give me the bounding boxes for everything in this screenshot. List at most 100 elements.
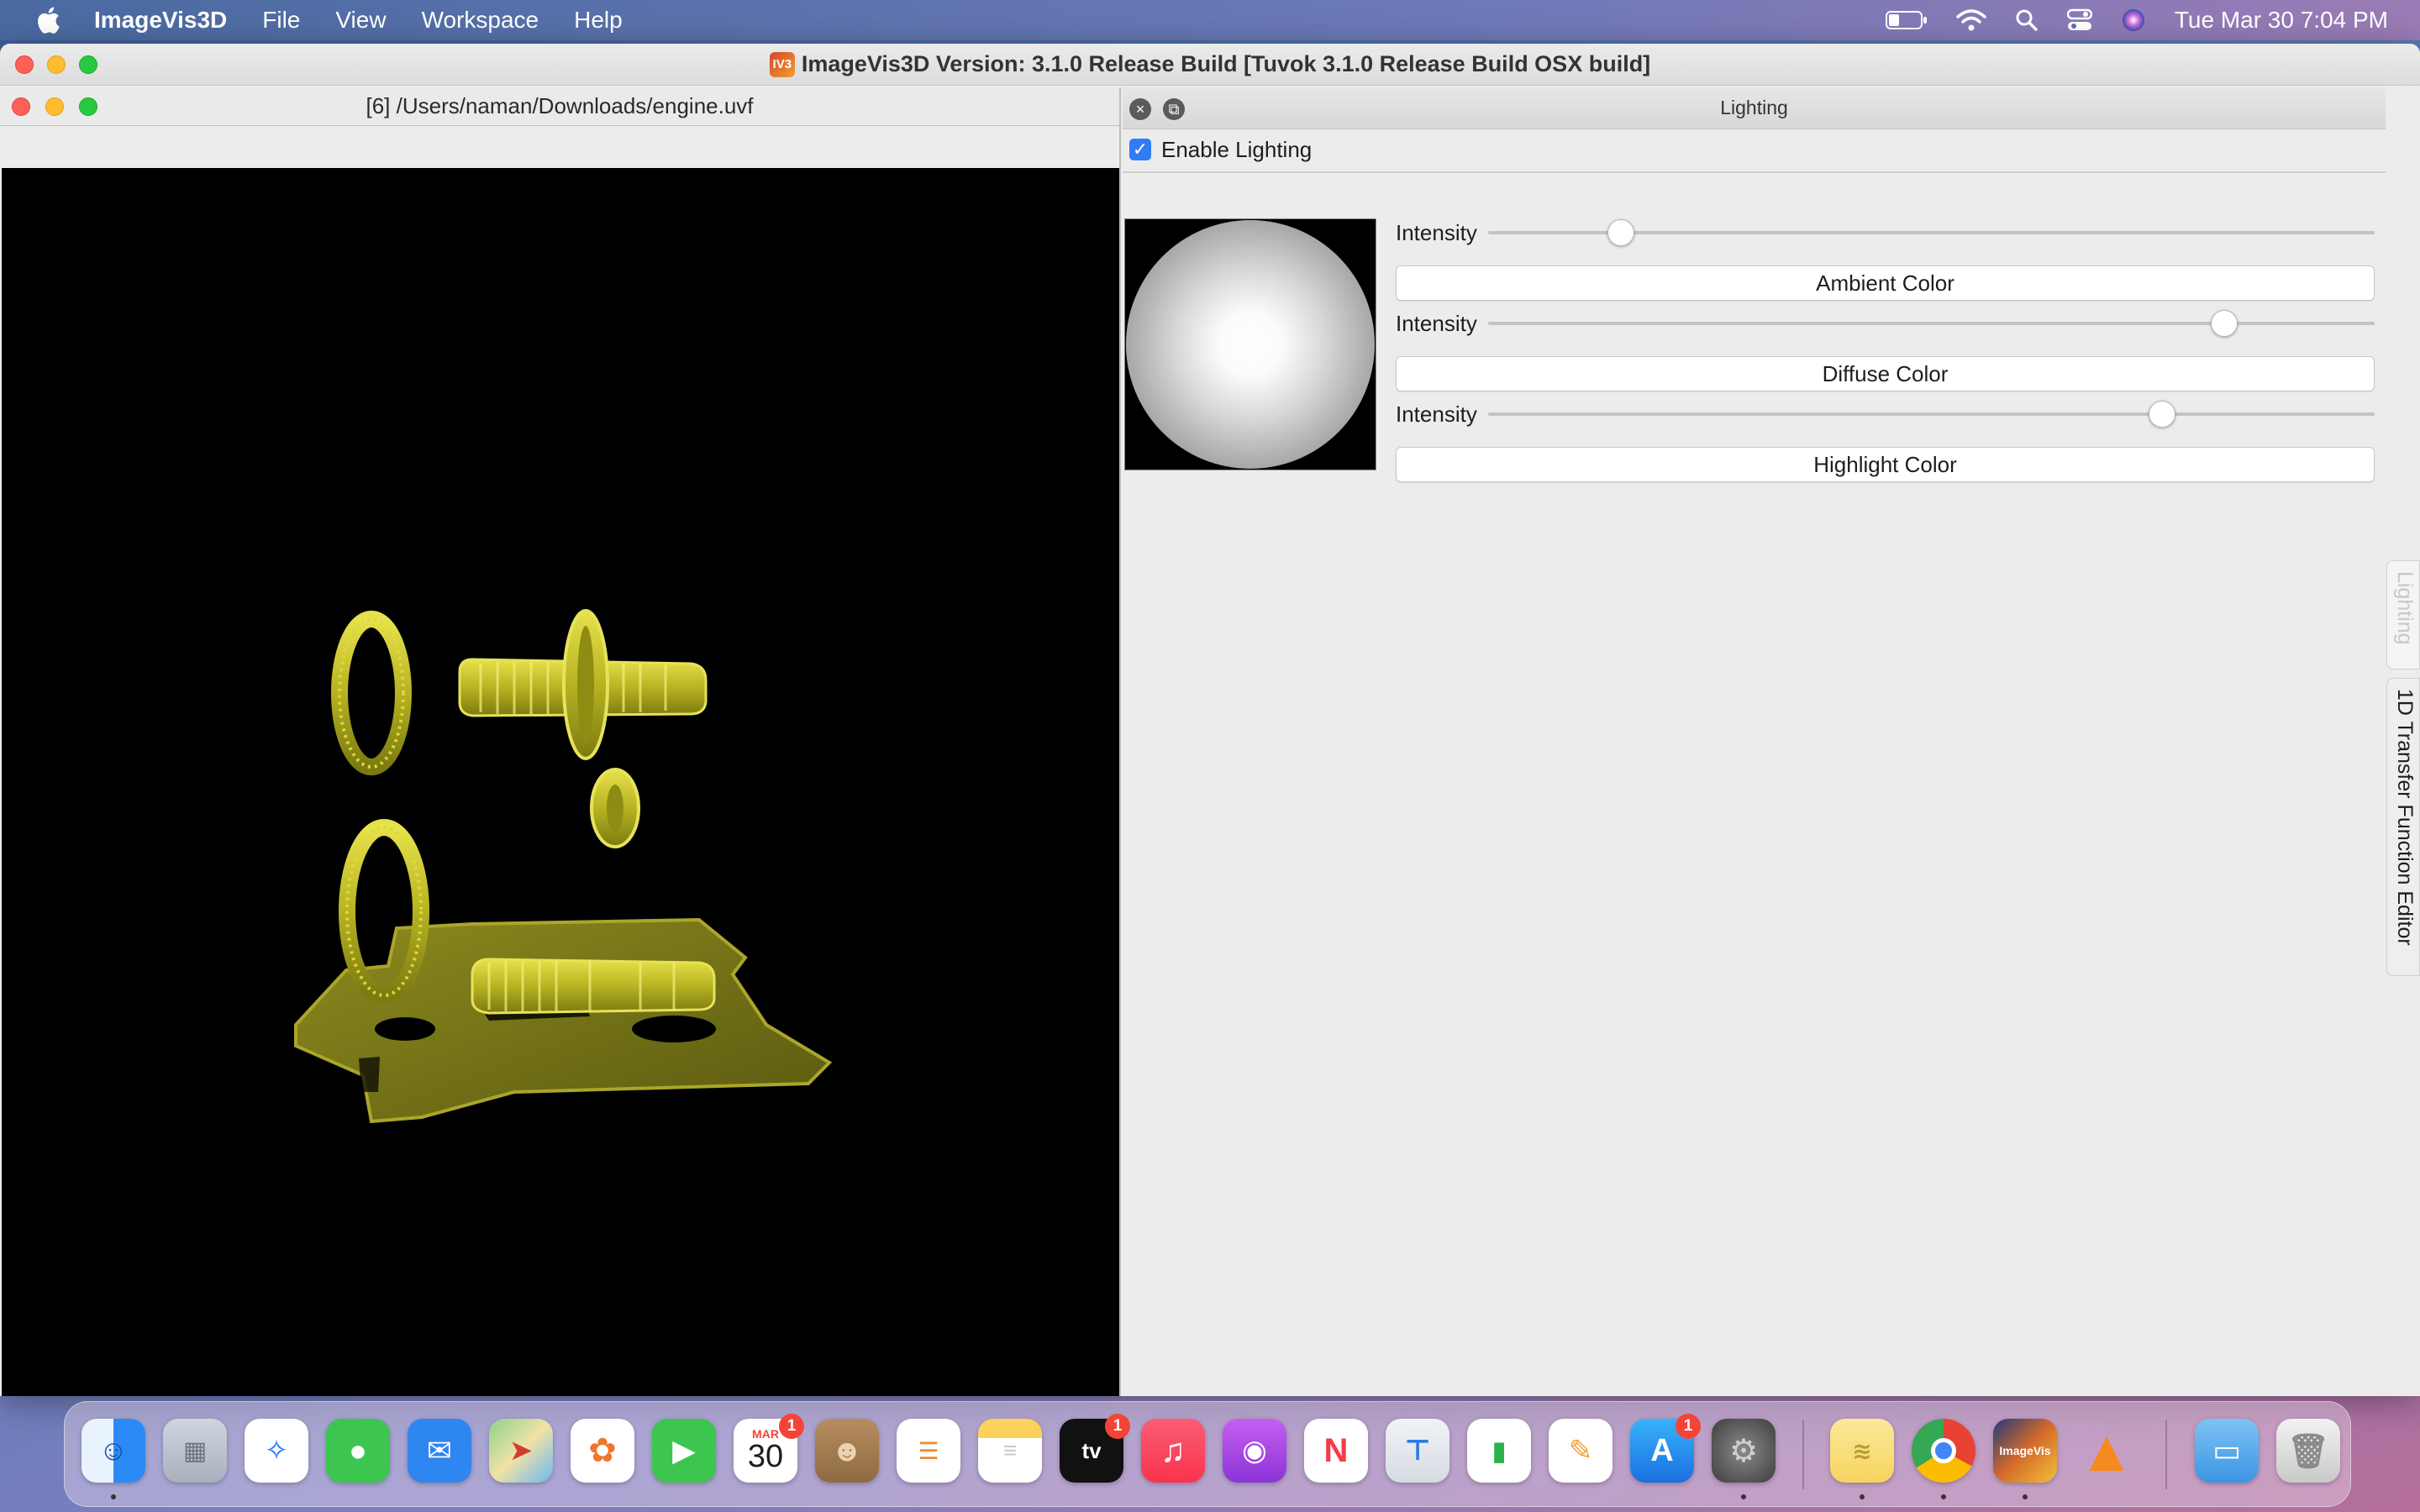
keynote-icon[interactable]: ⊤ <box>1386 1419 1449 1483</box>
music-icon[interactable]: ♫ <box>1141 1419 1205 1483</box>
diffuse-intensity-slider[interactable] <box>1488 310 2375 337</box>
tab-1d-transfer-function-editor[interactable]: 1D Transfer Function Editor <box>2386 678 2420 976</box>
lighting-panel-header[interactable]: × ⧉ Lighting <box>1123 87 2386 129</box>
render-window: [6] /Users/naman/Downloads/engine.uvf <box>0 87 1121 1396</box>
main-window: IV3 ImageVis3D Version: 3.1.0 Release Bu… <box>0 44 2420 1396</box>
menu-bar: ImageVis3D File View Workspace Help Tue … <box>0 0 2420 40</box>
apple-menu-icon[interactable] <box>35 6 60 34</box>
status-area: Tue Mar 30 7:04 PM <box>1885 0 2420 40</box>
zoom-window-button[interactable] <box>79 55 97 74</box>
highlight-color-row: Highlight Color <box>1396 447 2375 482</box>
vlc-icon[interactable]: ▲ <box>2075 1418 2139 1483</box>
enable-lighting-checkbox[interactable]: ✓ Enable Lighting <box>1129 134 1312 165</box>
calendar-day: 30 <box>747 1439 784 1474</box>
light-preview <box>1124 218 1376 470</box>
diffuse-slider-thumb[interactable] <box>2210 310 2238 337</box>
mail-icon[interactable]: ✉ <box>408 1419 471 1483</box>
safari-icon[interactable]: ✧ <box>245 1419 308 1483</box>
wifi-icon[interactable] <box>1956 8 1986 32</box>
highlight-color-button[interactable]: Highlight Color <box>1396 447 2375 482</box>
apple-tv-icon[interactable]: tv 1 <box>1060 1414 1130 1483</box>
app-store-badge: 1 <box>1676 1414 1701 1439</box>
downloads-folder-icon[interactable]: ▭ <box>2195 1419 2259 1483</box>
stickies-icon[interactable]: ≋ <box>1830 1419 1894 1483</box>
ambient-slider-thumb[interactable] <box>1607 219 1635 246</box>
lighting-sphere-preview <box>1126 220 1375 469</box>
diffuse-color-row: Diffuse Color <box>1396 356 2375 391</box>
running-indicator <box>1741 1494 1746 1499</box>
messages-icon[interactable]: ● <box>326 1419 390 1483</box>
ambient-intensity-label: Intensity <box>1396 219 1477 245</box>
engine-volume-render <box>294 609 833 1124</box>
ambient-color-row: Ambient Color <box>1396 265 2375 301</box>
menubar-clock[interactable]: Tue Mar 30 7:04 PM <box>2175 7 2388 34</box>
close-panel-icon[interactable]: × <box>1129 98 1151 120</box>
photos-icon[interactable]: ✿ <box>571 1419 634 1483</box>
running-indicator <box>1860 1494 1865 1499</box>
news-icon[interactable]: N <box>1304 1419 1368 1483</box>
tab-lighting[interactable]: Lighting <box>2386 560 2420 669</box>
main-window-titlebar[interactable]: IV3 ImageVis3D Version: 3.1.0 Release Bu… <box>0 44 2420 86</box>
render-minimize-button[interactable] <box>45 97 64 116</box>
lighting-panel-title: Lighting <box>1720 97 1788 118</box>
app-store-icon[interactable]: A 1 <box>1630 1414 1701 1483</box>
pages-icon[interactable]: ✎ <box>1549 1419 1612 1483</box>
render-zoom-button[interactable] <box>79 97 97 116</box>
diffuse-color-button[interactable]: Diffuse Color <box>1396 356 2375 391</box>
highlight-intensity-label: Intensity <box>1396 401 1477 427</box>
imagevis3d-dock-icon[interactable]: ImageVis <box>1993 1419 2057 1483</box>
render-window-titlebar[interactable]: [6] /Users/naman/Downloads/engine.uvf <box>0 87 1119 126</box>
float-panel-icon[interactable]: ⧉ <box>1163 98 1185 120</box>
maps-icon[interactable]: ➤ <box>489 1419 553 1483</box>
apple-tv-badge: 1 <box>1105 1414 1130 1439</box>
tab-lighting-label: Lighting <box>2393 571 2417 645</box>
ambient-intensity-row: Intensity <box>1396 216 2375 249</box>
dock-separator <box>2165 1420 2167 1489</box>
minimize-window-button[interactable] <box>47 55 66 74</box>
calendar-icon[interactable]: MAR 30 1 <box>734 1414 804 1483</box>
podcasts-icon[interactable]: ◉ <box>1223 1419 1286 1483</box>
control-center-icon[interactable] <box>2066 8 2092 32</box>
tab-tf1d-label: 1D Transfer Function Editor <box>2393 689 2417 946</box>
system-preferences-icon[interactable]: ⚙ <box>1712 1419 1776 1483</box>
close-window-button[interactable] <box>15 55 34 74</box>
diffuse-intensity-label: Intensity <box>1396 310 1477 336</box>
finder-icon[interactable]: ☺ <box>82 1419 145 1483</box>
facetime-icon[interactable]: ▶ <box>652 1419 716 1483</box>
launchpad-icon[interactable]: ▦ <box>163 1419 227 1483</box>
diffuse-intensity-row: Intensity <box>1396 307 2375 340</box>
ambient-intensity-slider[interactable] <box>1488 219 2375 246</box>
checkmark-icon[interactable]: ✓ <box>1129 139 1151 160</box>
apple-tv-label: tv <box>1081 1437 1102 1463</box>
menu-workspace[interactable]: Workspace <box>422 7 539 34</box>
main-window-controls <box>15 44 97 85</box>
calendar-month: MAR <box>752 1427 779 1441</box>
render-window-title: [6] /Users/naman/Downloads/engine.uvf <box>366 93 754 118</box>
menu-help[interactable]: Help <box>574 7 623 34</box>
render-close-button[interactable] <box>12 97 30 116</box>
volume-render-viewport[interactable] <box>2 168 1119 1396</box>
notes-icon[interactable]: ≡ <box>978 1419 1042 1483</box>
menu-view[interactable]: View <box>335 7 386 34</box>
chrome-icon[interactable] <box>1912 1419 1975 1483</box>
running-indicator <box>111 1494 116 1499</box>
menu-file[interactable]: File <box>262 7 300 34</box>
lighting-panel: × ⧉ Lighting ✓ Enable Lighting Intensity… <box>1123 87 2386 1396</box>
battery-icon[interactable] <box>1885 10 1928 30</box>
siri-icon[interactable] <box>2121 8 2146 33</box>
spotlight-search-icon[interactable] <box>2015 8 2039 32</box>
numbers-icon[interactable]: ▮ <box>1467 1419 1531 1483</box>
imagevis-app-icon: IV3 <box>769 51 795 77</box>
reminders-icon[interactable]: ☰ <box>897 1419 960 1483</box>
highlight-intensity-slider[interactable] <box>1488 401 2375 428</box>
ambient-color-button[interactable]: Ambient Color <box>1396 265 2375 301</box>
chrome-center-icon <box>1931 1438 1956 1463</box>
contacts-icon[interactable]: ☻ <box>815 1419 879 1483</box>
menu-app-name[interactable]: ImageVis3D <box>94 7 227 34</box>
main-window-title: ImageVis3D Version: 3.1.0 Release Build … <box>801 51 1651 76</box>
highlight-intensity-row: Intensity <box>1396 397 2375 431</box>
trash-icon[interactable]: 🗑 <box>2276 1419 2340 1483</box>
dock-separator <box>1802 1420 1804 1489</box>
highlight-slider-thumb[interactable] <box>2148 401 2175 428</box>
render-window-controls <box>12 87 97 125</box>
